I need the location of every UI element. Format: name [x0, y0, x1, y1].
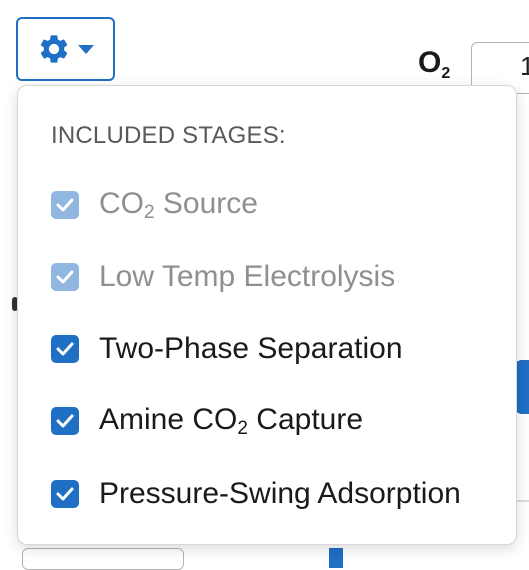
- o2-label: O2: [418, 46, 451, 82]
- stage-label: Low Temp Electrolysis: [99, 260, 396, 293]
- o2-value: 1: [520, 51, 529, 81]
- gear-icon: [40, 35, 67, 63]
- stage-item-pressure-swing-adsorption[interactable]: Pressure-Swing Adsorption: [51, 474, 461, 514]
- checkmark-icon: [56, 342, 74, 356]
- stage-label: Two-Phase Separation: [99, 332, 403, 365]
- caret-down-icon: [77, 45, 94, 54]
- stage-item-co2-source: CO2 Source: [51, 185, 258, 225]
- stage-checkbox[interactable]: [51, 480, 79, 508]
- stage-checkbox[interactable]: [51, 407, 79, 435]
- checkmark-icon: [56, 414, 74, 428]
- stage-label: Amine CO2 Capture: [99, 402, 364, 439]
- stage-label: CO2 Source: [99, 186, 258, 223]
- stage-checkbox[interactable]: [51, 335, 79, 363]
- stage-item-low-temp-electrolysis: Low Temp Electrolysis: [51, 257, 395, 297]
- stage-checkbox: [51, 263, 79, 291]
- background-bar: [329, 548, 343, 568]
- settings-dropdown-toggle[interactable]: [16, 17, 115, 81]
- checkmark-icon: [56, 270, 74, 284]
- checkmark-icon: [56, 198, 74, 212]
- background-divider: [517, 500, 529, 502]
- stage-item-two-phase-separation[interactable]: Two-Phase Separation: [51, 329, 403, 369]
- stage-checkbox: [51, 191, 79, 219]
- checkmark-icon: [56, 487, 74, 501]
- menu-header: INCLUDED STAGES:: [51, 122, 286, 149]
- included-stages-menu: INCLUDED STAGES: CO2 Source Low Temp Ele…: [17, 85, 517, 545]
- stage-item-amine-co2-capture[interactable]: Amine CO2 Capture: [51, 401, 363, 441]
- stage-label: Pressure-Swing Adsorption: [99, 477, 461, 510]
- background-input-box: [22, 548, 184, 570]
